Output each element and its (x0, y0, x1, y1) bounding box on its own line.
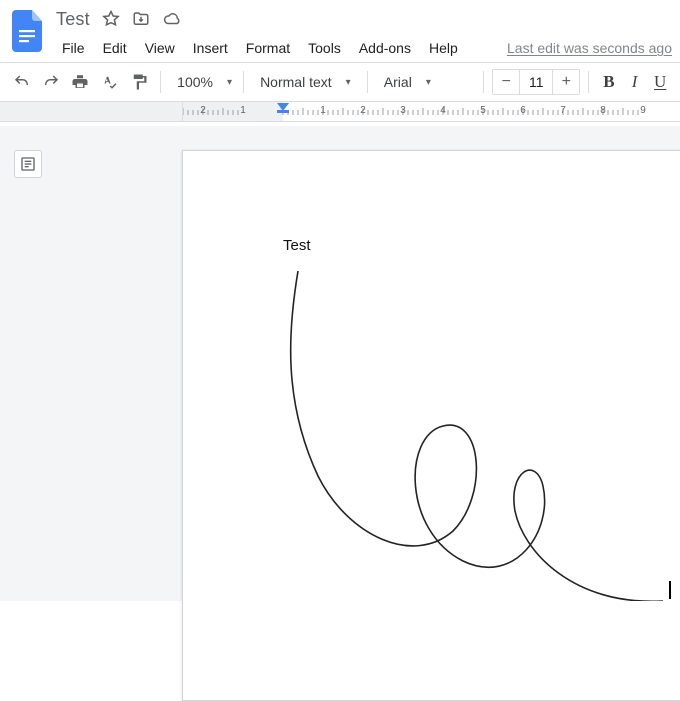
paragraph-style-dropdown[interactable]: Normal text ▾ (252, 68, 359, 96)
outline-column (0, 126, 60, 601)
body-text[interactable]: Test (283, 237, 680, 254)
last-edit-link[interactable]: Last edit was seconds ago (507, 40, 672, 56)
separator (243, 71, 244, 93)
cloud-status-icon[interactable] (162, 10, 182, 28)
star-icon[interactable] (102, 10, 120, 28)
undo-icon (13, 73, 31, 91)
ruler-label: 6 (520, 105, 526, 116)
print-icon (71, 73, 89, 91)
ruler-label: 2 (360, 105, 366, 116)
chevron-down-icon: ▾ (346, 77, 351, 88)
separator (588, 71, 589, 93)
menu-file[interactable]: File (54, 36, 93, 60)
paragraph-style-value: Normal text (260, 74, 332, 90)
ruler-label: 5 (480, 105, 486, 116)
title-row: Test (54, 6, 672, 30)
print-button[interactable] (67, 68, 94, 96)
docs-icon (12, 10, 44, 52)
document-page[interactable]: Test (182, 150, 680, 701)
ruler-label: 4 (440, 105, 446, 116)
outline-toggle-button[interactable] (14, 150, 42, 178)
ruler-label: 7 (560, 105, 566, 116)
ruler-label: 3 (400, 105, 406, 116)
toolbar: 100% ▾ Normal text ▾ Arial ▾ − 11 + B I … (0, 62, 680, 102)
text-cursor (669, 581, 671, 599)
move-icon[interactable] (132, 10, 150, 28)
zoom-value: 100% (177, 74, 213, 90)
horizontal-ruler[interactable]: 2 1 1 2 3 4 5 6 7 8 9 (182, 102, 680, 121)
zoom-dropdown[interactable]: 100% ▾ (169, 68, 235, 96)
underline-button[interactable]: U (648, 68, 672, 96)
menu-addons[interactable]: Add-ons (351, 36, 419, 60)
indent-marker-icon[interactable] (276, 102, 290, 114)
menu-insert[interactable]: Insert (185, 36, 236, 60)
docs-home-button[interactable] (8, 6, 48, 56)
undo-button[interactable] (8, 68, 35, 96)
chevron-down-icon: ▾ (426, 77, 431, 88)
redo-icon (42, 73, 60, 91)
ruler-label: 1 (320, 105, 326, 116)
menu-bar: File Edit View Insert Format Tools Add-o… (54, 34, 672, 62)
separator (483, 71, 484, 93)
menu-help[interactable]: Help (421, 36, 466, 60)
menu-format[interactable]: Format (238, 36, 298, 60)
header: Test File Edit View Insert Format Tools … (0, 0, 680, 62)
doc-title[interactable]: Test (54, 9, 92, 30)
ruler-strip: 2 1 1 2 3 4 5 6 7 8 9 (0, 102, 680, 122)
font-value: Arial (384, 74, 412, 90)
separator (367, 71, 368, 93)
menu-edit[interactable]: Edit (95, 36, 135, 60)
workspace: Test (0, 126, 680, 601)
bold-button[interactable]: B (597, 68, 621, 96)
title-area: Test File Edit View Insert Format Tools … (54, 6, 672, 62)
menu-tools[interactable]: Tools (300, 36, 349, 60)
font-dropdown[interactable]: Arial ▾ (376, 68, 476, 96)
ruler-label: 9 (640, 105, 646, 116)
scribble-drawing[interactable] (283, 271, 680, 601)
ruler-label: 2 (200, 105, 206, 116)
font-size-value[interactable]: 11 (519, 70, 553, 94)
spellcheck-icon (100, 73, 118, 91)
italic-button[interactable]: I (623, 68, 647, 96)
paint-format-button[interactable] (125, 68, 152, 96)
paint-format-icon (130, 73, 148, 91)
outline-icon (20, 156, 36, 172)
menu-view[interactable]: View (137, 36, 183, 60)
font-size-stepper: − 11 + (492, 69, 580, 95)
spellcheck-button[interactable] (96, 68, 123, 96)
ruler-label: 1 (240, 105, 246, 116)
chevron-down-icon: ▾ (227, 77, 232, 88)
font-size-decrease[interactable]: − (493, 70, 519, 94)
separator (160, 71, 161, 93)
redo-button[interactable] (37, 68, 64, 96)
font-size-increase[interactable]: + (553, 70, 579, 94)
ruler-label: 8 (600, 105, 606, 116)
